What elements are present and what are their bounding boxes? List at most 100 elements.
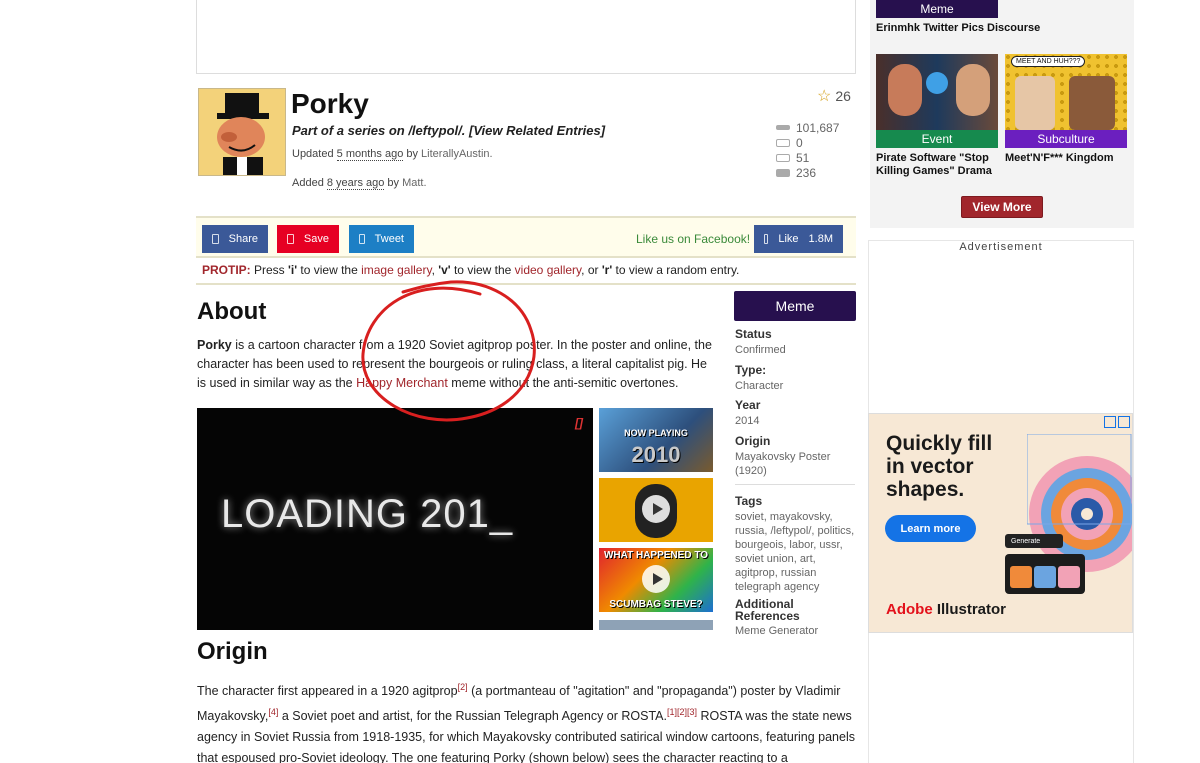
reference-link[interactable]: [4] <box>268 707 278 717</box>
updated-prefix: Updated <box>292 148 337 160</box>
adchoices-icon[interactable] <box>1104 416 1130 428</box>
advertisement-label: Advertisement <box>959 241 1043 253</box>
origin-text-3: a Soviet poet and artist, for the Russia… <box>278 709 667 724</box>
meme-generator-link[interactable]: Meme Generator <box>735 624 855 638</box>
series-link[interactable]: Part of a series on /leftypol/. [View Re… <box>292 123 605 138</box>
added-prefix: Added <box>292 177 327 189</box>
ad-headline-line-1: Quickly fill <box>886 432 993 455</box>
protip-text-5: , or <box>581 263 602 277</box>
thumbs-up-icon <box>764 234 769 244</box>
detail-references: Additional References Meme Generator <box>735 598 855 638</box>
twitter-icon <box>359 234 365 244</box>
adobe-logo-text: Adobe <box>886 601 933 618</box>
protip-key-r: 'r' <box>601 263 613 277</box>
reference-link[interactable]: [1][2][3] <box>667 707 697 717</box>
share-button[interactable]: Share <box>202 225 268 253</box>
updated-line: Updated 5 months ago by LiterallyAustin. <box>292 148 493 161</box>
trending-tile-subculture[interactable]: MEET AND HUH??? Subculture Meet'N'F*** K… <box>1005 54 1127 165</box>
videos-count: 0 <box>796 135 803 150</box>
save-label: Save <box>303 233 329 245</box>
protip-text-1: Press <box>250 263 289 277</box>
view-more-button[interactable]: View More <box>961 196 1043 218</box>
share-bar: Share Save Tweet Like us on Facebook! Li… <box>196 216 856 258</box>
details-divider <box>735 484 855 485</box>
entry-thumbnail[interactable] <box>198 88 286 176</box>
learn-more-button[interactable]: Learn more <box>885 515 976 542</box>
references-label: Additional References <box>735 597 800 623</box>
video-icon <box>776 138 790 147</box>
tile-title[interactable]: Erinmhk Twitter Pics Discourse <box>876 22 1076 35</box>
like-count: 1.8M <box>808 233 833 245</box>
adobe-ad-banner[interactable]: Quickly fill in vector shapes. Learn mor… <box>868 413 1133 633</box>
person-figure-left <box>888 64 922 116</box>
tags-list[interactable]: soviet, mayakovsky, russia, /leftypol/, … <box>735 510 855 594</box>
comments-count: 236 <box>796 165 817 180</box>
video-thumb-3-caption-top: WHAT HAPPENED TO <box>603 550 709 561</box>
pinterest-icon <box>287 234 294 244</box>
top-ad-container <box>196 0 856 74</box>
ad-headline-line-3: shapes. <box>886 478 965 501</box>
views-count: 101,687 <box>796 120 840 135</box>
detail-type: Type: Character <box>735 363 855 393</box>
updated-time: 5 months ago <box>336 148 404 161</box>
trending-tile-event[interactable]: Event Pirate Software "Stop Killing Game… <box>876 54 998 178</box>
tile-category-band: Event <box>876 130 998 148</box>
ad-brand: Adobe Illustrator <box>886 601 1006 618</box>
reference-link[interactable]: [2] <box>458 682 468 692</box>
now-playing-label: NOW PLAYING <box>624 428 688 438</box>
like-label: Like <box>778 233 799 245</box>
save-button[interactable]: Save <box>277 225 339 253</box>
video-thumb-2[interactable] <box>599 478 713 542</box>
stat-images[interactable]: 51 <box>776 150 839 165</box>
person-figure-right <box>956 64 990 116</box>
like-us-text: Like us on Facebook! <box>636 232 751 246</box>
added-by-user[interactable]: Matt. <box>402 177 426 189</box>
category-badge[interactable]: Meme <box>734 291 856 321</box>
origin-label: Origin <box>735 434 771 448</box>
cartoon-figure-right <box>1069 76 1115 130</box>
tile-title[interactable]: Pirate Software "Stop Killing Games" Dra… <box>876 152 998 178</box>
video-thumb-4[interactable] <box>599 620 713 630</box>
video-thumb-3[interactable]: WHAT HAPPENED TO SCUMBAG STEVE? <box>599 548 713 612</box>
video-frame-text: LOADING 201_ <box>221 492 514 536</box>
ad-headline-line-2: in vector <box>886 455 974 478</box>
illustrator-text: Illustrator <box>932 601 1007 618</box>
share-label: Share <box>228 233 258 245</box>
video-thumb-1-year: 2010 <box>631 442 681 467</box>
about-bold-term: Porky <box>197 338 232 352</box>
porky-image <box>199 89 285 175</box>
tile-title[interactable]: Meet'N'F*** Kingdom <box>1005 152 1127 165</box>
detail-year: Year 2014 <box>735 398 855 428</box>
favorite-count: 26 <box>835 88 851 104</box>
protip-label: PROTIP: <box>202 263 251 277</box>
controller-icon <box>926 72 948 94</box>
origin-heading: Origin <box>197 638 268 665</box>
tweet-label: Tweet <box>374 233 404 245</box>
video-expand-icon[interactable]: [] <box>575 416 583 430</box>
detail-tags: Tags soviet, mayakovsky, russia, /leftyp… <box>735 494 855 594</box>
facebook-icon <box>212 234 219 244</box>
video-player[interactable]: [] LOADING 201_ <box>197 408 593 630</box>
tile-image-event <box>876 54 998 130</box>
detail-origin: Origin Mayakovsky Poster (1920) <box>735 434 855 478</box>
tile-category-band: Meme <box>876 0 998 18</box>
year-value: 2014 <box>735 415 760 427</box>
facebook-like-button[interactable]: Like 1.8M <box>754 225 843 253</box>
origin-value: Mayakovsky Poster (1920) <box>735 451 831 477</box>
red-circle-annotation <box>361 280 536 422</box>
favorite-button[interactable]: ☆ 26 <box>817 86 851 106</box>
images-count: 51 <box>796 150 810 165</box>
trending-tile-top[interactable]: Meme Erinmhk Twitter Pics Discourse <box>876 0 1040 35</box>
tweet-button[interactable]: Tweet <box>349 225 414 253</box>
video-thumb-1[interactable]: NOW PLAYING 2010 <box>599 408 713 472</box>
updated-by-prefix: by <box>403 148 422 160</box>
protip-text-6: to view a random entry. <box>612 263 740 277</box>
variation-thumb <box>1034 566 1056 588</box>
stat-videos[interactable]: 0 <box>776 135 839 150</box>
variation-thumb <box>1010 566 1032 588</box>
year-label: Year <box>735 398 761 412</box>
updated-by-user[interactable]: LiterallyAustin. <box>421 148 493 160</box>
stat-comments[interactable]: 236 <box>776 165 839 180</box>
type-value[interactable]: Character <box>735 379 855 393</box>
star-icon: ☆ <box>817 88 832 105</box>
